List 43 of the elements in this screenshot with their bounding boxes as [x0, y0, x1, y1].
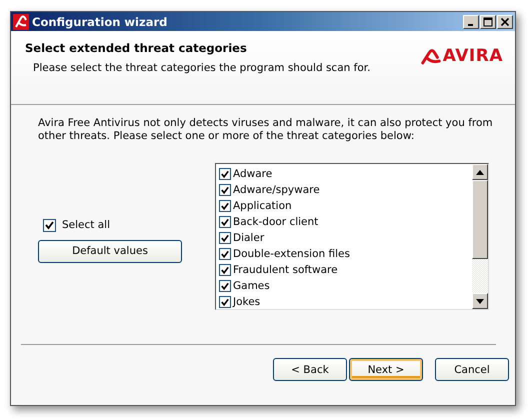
category-label: Double-extension files [233, 248, 350, 260]
category-checkbox[interactable] [219, 248, 231, 260]
app-icon [13, 14, 29, 30]
window-title: Configuration wizard [32, 14, 168, 28]
category-checkbox[interactable] [219, 296, 231, 308]
scroll-down-button[interactable] [472, 293, 488, 309]
scroll-thumb[interactable] [472, 180, 488, 260]
down-arrow-icon [476, 298, 484, 304]
page-subtitle: Please select the threat categories the program should scan for. [33, 62, 370, 74]
category-label: Games [233, 280, 270, 292]
default-values-button[interactable]: Default values [38, 240, 182, 262]
select-all-checkbox[interactable] [43, 218, 56, 232]
minimize-button[interactable] [463, 14, 479, 28]
category-checkbox[interactable] [219, 168, 231, 180]
maximize-button[interactable] [480, 14, 496, 28]
scroll-up-button[interactable] [472, 164, 488, 180]
wizard-button[interactable]: < Back [273, 358, 347, 381]
close-button[interactable] [497, 14, 513, 28]
category-label: Application [233, 200, 292, 212]
intro-text: Avira Free Antivirus not only detects viruses and malware, it can also protect you from other threats. Please select one or more of the threat categories below: [38, 117, 494, 143]
logo-icon [420, 48, 442, 64]
logo-text: AVIRA [442, 46, 503, 66]
select-all-label: Select all [62, 219, 110, 231]
category-label: Adware/spyware [233, 184, 320, 196]
category-checkbox[interactable] [219, 280, 231, 292]
minimize-icon [468, 24, 472, 26]
scrollbar[interactable] [472, 164, 488, 309]
category-label: Adware [233, 168, 272, 180]
category-checkbox[interactable] [219, 184, 231, 196]
category-checkbox[interactable] [219, 264, 231, 276]
category-checkbox[interactable] [219, 216, 231, 228]
category-checkbox[interactable] [219, 200, 231, 212]
category-checkbox[interactable] [219, 232, 231, 244]
category-label: Jokes [233, 296, 260, 308]
category-label: Dialer [233, 232, 264, 244]
page-title: Select extended threat categories [25, 41, 248, 55]
up-arrow-icon [476, 170, 484, 174]
wizard-button[interactable]: Cancel [435, 358, 509, 381]
wizard-button[interactable]: Next > [349, 358, 423, 381]
maximize-icon [483, 16, 493, 26]
category-label: Back-door client [233, 216, 318, 228]
category-label: Fraudulent software [233, 264, 338, 276]
close-icon [500, 16, 510, 26]
